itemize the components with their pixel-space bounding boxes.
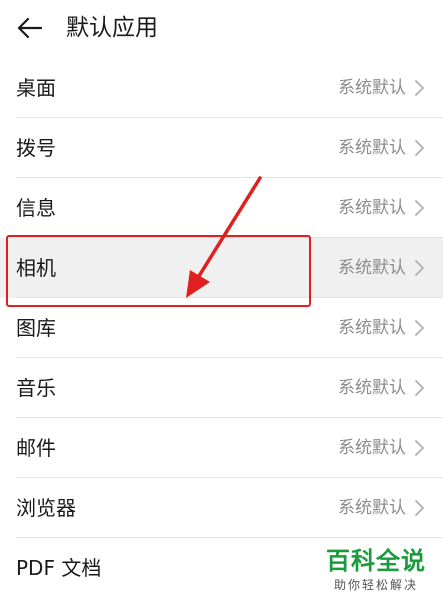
page-title: 默认应用	[66, 15, 158, 41]
list-item-dialer[interactable]: 拨号 系统默认	[0, 118, 443, 178]
list-item-value: 系统默认	[338, 318, 406, 338]
list-item-label: 邮件	[16, 436, 56, 460]
list-item-value: 系统默认	[338, 378, 406, 398]
watermark-subtitle: 助你轻松解决	[333, 578, 418, 592]
list-item-value: 系统默认	[338, 498, 406, 518]
list-item-label: PDF 文档	[16, 556, 102, 580]
chevron-right-icon	[415, 440, 424, 456]
watermark-title: 百科全说	[326, 547, 426, 575]
chevron-right-icon	[415, 200, 424, 216]
list-item-messages[interactable]: 信息 系统默认	[0, 178, 443, 238]
chevron-right-icon	[415, 500, 424, 516]
list-item-desktop[interactable]: 桌面 系统默认	[0, 58, 443, 118]
list-item-label: 浏览器	[16, 496, 76, 520]
arrow-left-icon	[17, 17, 43, 39]
list-item-value: 系统默认	[338, 258, 406, 278]
list-item-value: 系统默认	[338, 138, 406, 158]
app-header: 默认应用	[0, 0, 443, 58]
list-item-label: 桌面	[16, 76, 56, 100]
list-item-value: 系统默认	[338, 198, 406, 218]
list-item-value: 系统默认	[338, 78, 406, 98]
list-item-label: 相机	[16, 256, 56, 280]
list-item-label: 拨号	[16, 136, 56, 160]
watermark-logo: 百科全说 助你轻松解决	[316, 546, 436, 594]
list-item-label: 信息	[16, 196, 56, 220]
chevron-right-icon	[415, 320, 424, 336]
list-item-gallery[interactable]: 图库 系统默认	[0, 298, 443, 358]
list-item-label: 图库	[16, 316, 56, 340]
list-item-music[interactable]: 音乐 系统默认	[0, 358, 443, 418]
default-apps-list: 桌面 系统默认 拨号 系统默认 信息 系统默认 相机 系统默认 图库 系统默认 …	[0, 58, 443, 598]
list-item-value: 系统默认	[338, 438, 406, 458]
back-button[interactable]	[12, 10, 48, 46]
list-item-label: 音乐	[16, 376, 56, 400]
chevron-right-icon	[415, 140, 424, 156]
chevron-right-icon	[415, 80, 424, 96]
chevron-right-icon	[415, 260, 424, 276]
list-item-browser[interactable]: 浏览器 系统默认	[0, 478, 443, 538]
list-item-camera[interactable]: 相机 系统默认	[0, 238, 443, 298]
chevron-right-icon	[415, 380, 424, 396]
list-item-mail[interactable]: 邮件 系统默认	[0, 418, 443, 478]
